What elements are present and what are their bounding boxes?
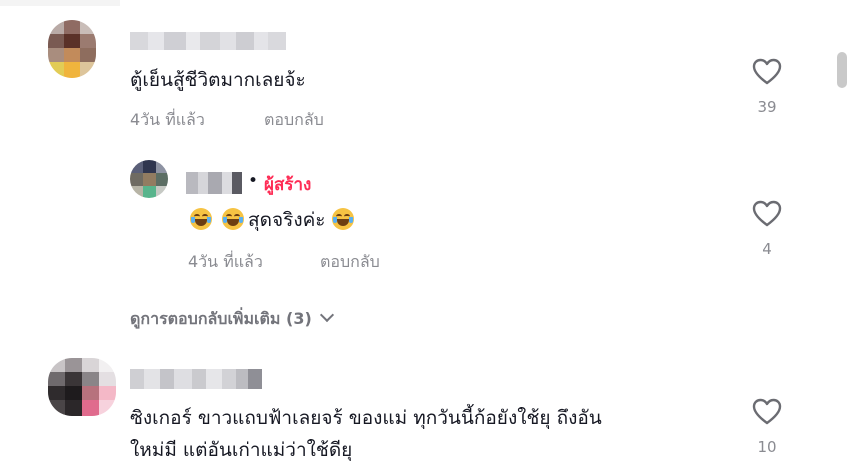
avatar[interactable] (48, 20, 96, 78)
username-blurred[interactable] (130, 32, 286, 50)
avatar[interactable] (130, 160, 168, 198)
laughing-tears-emoji-icon (331, 208, 354, 230)
comment-text: สุดจริงค่ะ (190, 205, 358, 235)
comment-text: ตู้เย็นสู้ชีวิตมากเลยจ้ะ (130, 69, 306, 91)
chevron-down-icon (319, 307, 334, 323)
view-more-replies-label: ดูการตอบกลับเพิ่มเติม (3) (130, 309, 312, 328)
comment-text-line-1: ซิงเกอร์ ขาวแถบฟ้าเลยจร้ ของแม่ ทุกวันนี… (130, 407, 602, 429)
like-count: 10 (757, 438, 777, 456)
avatar[interactable] (48, 358, 116, 416)
laughing-tears-emoji-icon (222, 208, 245, 230)
like-count: 4 (762, 240, 772, 258)
separator-dot: • (248, 171, 259, 191)
top-divider (0, 0, 120, 6)
reply-button[interactable]: ตอบกลับ (320, 250, 380, 275)
laughing-tears-emoji-icon (190, 208, 212, 230)
username-blurred[interactable] (186, 172, 242, 194)
comment-text-body: สุดจริงค่ะ (248, 209, 326, 231)
heart-icon[interactable] (752, 398, 782, 426)
reply-button[interactable]: ตอบกลับ (264, 108, 324, 133)
comment-text-line-2: ใหม่มี แต่อันเก่าแม่ว่าใช้ดียุ (130, 439, 353, 461)
view-more-replies-button[interactable]: ดูการตอบกลับเพิ่มเติม (3) (130, 307, 334, 332)
heart-icon[interactable] (752, 58, 782, 86)
scrollbar-track[interactable] (835, 44, 849, 474)
scrollbar-thumb[interactable] (837, 52, 847, 88)
username-blurred[interactable] (130, 369, 262, 389)
creator-badge: ผู้สร้าง (264, 175, 312, 195)
heart-icon[interactable] (752, 200, 782, 228)
like-count: 39 (757, 98, 777, 116)
comment-timestamp: 4วัน ที่แล้ว (130, 110, 205, 129)
comment-timestamp: 4วัน ที่แล้ว (188, 252, 263, 271)
